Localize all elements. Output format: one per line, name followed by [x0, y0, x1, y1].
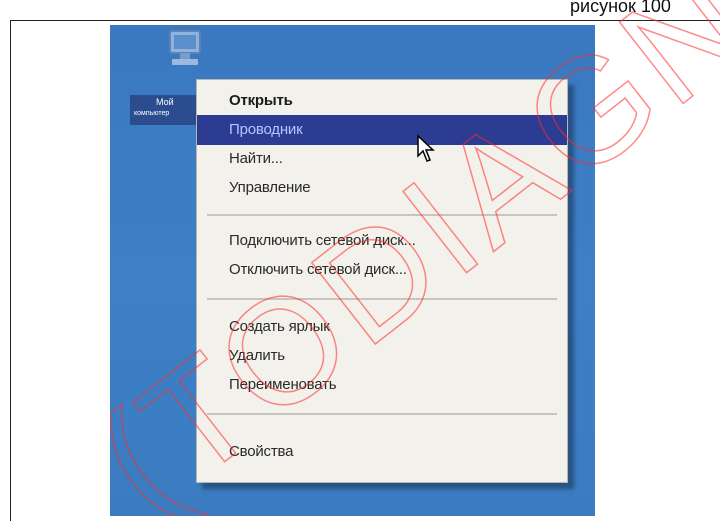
- my-computer-icon[interactable]: [160, 27, 208, 71]
- menu-separator: [207, 298, 557, 300]
- context-menu: Открыть Проводник Найти... Управление По…: [196, 79, 568, 483]
- menu-item-explorer[interactable]: Проводник: [197, 115, 567, 145]
- menu-item-disconnect-drive[interactable]: Отключить сетевой диск...: [197, 255, 567, 285]
- menu-separator: [207, 214, 557, 216]
- menu-item-manage[interactable]: Управление: [197, 173, 567, 203]
- menu-separator: [207, 413, 557, 415]
- menu-item-map-drive[interactable]: Подключить сетевой диск...: [197, 226, 567, 256]
- figure-caption: рисунок 100: [570, 0, 671, 16]
- menu-item-open[interactable]: Открыть: [197, 86, 567, 116]
- desk-label-line-2: компьютер: [134, 110, 170, 117]
- menu-item-properties[interactable]: Свойства: [197, 437, 567, 467]
- my-computer-label[interactable]: Мой компьютер: [130, 95, 200, 125]
- menu-item-search[interactable]: Найти...: [197, 144, 567, 174]
- menu-item-rename[interactable]: Переименовать: [197, 370, 567, 400]
- menu-item-create-shortcut[interactable]: Создать ярлык: [197, 312, 567, 342]
- menu-item-delete[interactable]: Удалить: [197, 341, 567, 371]
- mouse-cursor-icon: [416, 134, 438, 164]
- desk-label-line-1: Мой: [156, 97, 174, 107]
